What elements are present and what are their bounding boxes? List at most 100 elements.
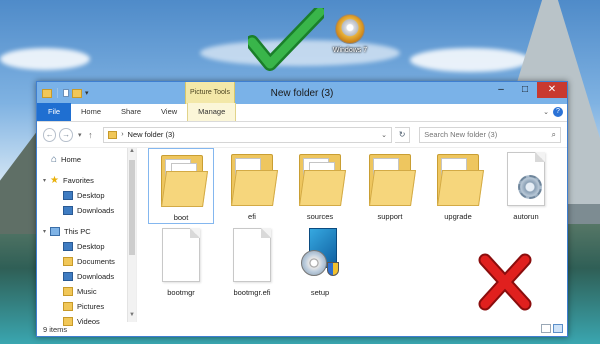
downloads-icon [63,272,73,281]
file-name: support [377,212,403,221]
file-name: bootmgr [167,288,195,297]
documents-icon [63,257,73,266]
refresh-button[interactable]: ↻ [394,126,411,143]
nav-item-label: Home [61,155,82,164]
search-box[interactable]: ⌕ [419,126,561,143]
file-item-setup[interactable]: setup [287,224,353,300]
nav-item-pictures[interactable]: Pictures [37,299,136,314]
file-item-boot[interactable]: boot [148,148,214,224]
chevron-down-icon[interactable]: ▾ [43,228,46,235]
nav-item-label: Documents [77,257,115,266]
settings-file-icon [507,152,545,206]
setup-application-icon [301,228,341,282]
file-name: efi [248,212,256,221]
expand-ribbon-icon[interactable]: ⌄ [543,108,549,116]
recent-locations-icon[interactable]: ▾ [76,131,84,139]
explorer-window: ▾ Picture Tools New folder (3) – □ ✕ Fil… [36,81,568,337]
file-name: sources [306,212,334,221]
folder-icon [108,130,118,139]
window-title: New folder (3) [270,87,334,99]
uac-shield-icon [327,262,339,276]
titlebar: ▾ Picture Tools New folder (3) – □ ✕ [37,82,567,104]
tab-manage[interactable]: Manage [187,103,237,121]
file-name: setup [310,288,330,297]
status-bar: 9 items [37,322,567,336]
nav-item-home[interactable]: ⌂ Home [37,152,136,167]
scroll-down-icon[interactable]: ▼ [128,312,136,322]
file-item-upgrade[interactable]: upgrade [425,148,491,224]
forward-button[interactable]: → [59,127,73,142]
scroll-up-icon[interactable]: ▲ [128,148,136,158]
address-toolbar: ← → ▾ ↑ › New folder (3) ⌄ ↻ ⌕ [37,122,567,148]
nav-item-label: Desktop [77,191,105,200]
nav-item-label: Favorites [62,176,94,185]
tab-view[interactable]: View [151,103,187,121]
desktop-icon [63,191,73,200]
maximize-button[interactable]: □ [513,82,537,98]
desktop-icon [63,242,73,251]
details-view-icon[interactable] [541,324,551,333]
green-checkmark-icon [248,8,324,71]
chevron-down-icon[interactable]: ⌄ [381,131,387,139]
item-count: 9 items [43,324,68,334]
file-name: upgrade [444,212,472,221]
nav-item-label: Downloads [77,206,115,215]
up-button[interactable]: ↑ [87,130,95,140]
file-item-efi[interactable]: efi [219,148,285,224]
file-item-sources[interactable]: sources [287,148,353,224]
search-input[interactable] [424,130,552,139]
nav-item-this-pc[interactable]: ▾ This PC [37,224,136,239]
chevron-down-icon[interactable]: ▾ [43,177,46,184]
window-controls: – □ ✕ [489,82,567,98]
chevron-right-icon[interactable]: › [121,131,123,138]
file-item-autorun[interactable]: autorun [493,148,559,224]
desktop-shortcut-label: Windows 7 [332,47,368,54]
music-icon [63,287,73,296]
tab-file[interactable]: File [37,103,71,121]
folder-icon [161,155,209,207]
nav-pane-scrollbar[interactable]: ▲ ▼ [127,148,136,322]
back-button[interactable]: ← [43,127,57,142]
nav-item-label: This PC [64,227,91,236]
ribbon-tabs: File Home Share View Manage ⌄ ? [37,103,567,122]
folder-icon [437,154,485,206]
desktop-shortcut[interactable]: Windows 7 [318,14,382,54]
navigation-pane: ⌂ Home ▾ ★ Favorites Desktop Downloads ▾ [37,148,137,326]
nav-item-downloads[interactable]: Downloads [37,203,136,218]
nav-item-music[interactable]: Music [37,284,136,299]
nav-item-desktop[interactable]: Desktop [37,239,136,254]
computer-icon [50,227,61,236]
folder-icon [299,154,347,206]
address-path[interactable]: New folder (3) [128,130,378,139]
star-icon: ★ [50,175,59,186]
content-area: ⌂ Home ▾ ★ Favorites Desktop Downloads ▾ [37,148,567,326]
file-item-bootmgr[interactable]: bootmgr [148,224,214,300]
minimize-button[interactable]: – [489,82,513,98]
file-icon [162,228,200,282]
gear-icon [518,175,542,199]
file-item-support[interactable]: support [357,148,423,224]
nav-item-downloads[interactable]: Downloads [37,269,136,284]
large-icons-view-icon[interactable] [553,324,563,333]
view-switcher [541,324,563,333]
dvd-iso-icon [335,14,365,44]
home-icon: ⌂ [51,154,58,165]
file-item-bootmgr-efi[interactable]: bootmgr.efi [219,224,285,300]
help-icon[interactable]: ? [553,107,563,117]
tab-home[interactable]: Home [71,103,111,121]
address-bar[interactable]: › New folder (3) ⌄ [103,126,392,143]
file-icon [233,228,271,282]
nav-item-label: Pictures [77,302,105,311]
close-button[interactable]: ✕ [537,82,567,98]
file-list: boot efi sources support upgrade autorun [137,148,567,322]
nav-item-label: Downloads [77,272,115,281]
nav-item-label: Music [77,287,97,296]
nav-item-favorites[interactable]: ▾ ★ Favorites [37,173,136,188]
file-name: bootmgr.efi [233,288,271,297]
nav-item-documents[interactable]: Documents [37,254,136,269]
search-icon[interactable]: ⌕ [552,130,556,140]
scrollbar-thumb[interactable] [129,160,135,255]
folder-icon [369,154,417,206]
tab-share[interactable]: Share [111,103,151,121]
nav-item-desktop[interactable]: Desktop [37,188,136,203]
